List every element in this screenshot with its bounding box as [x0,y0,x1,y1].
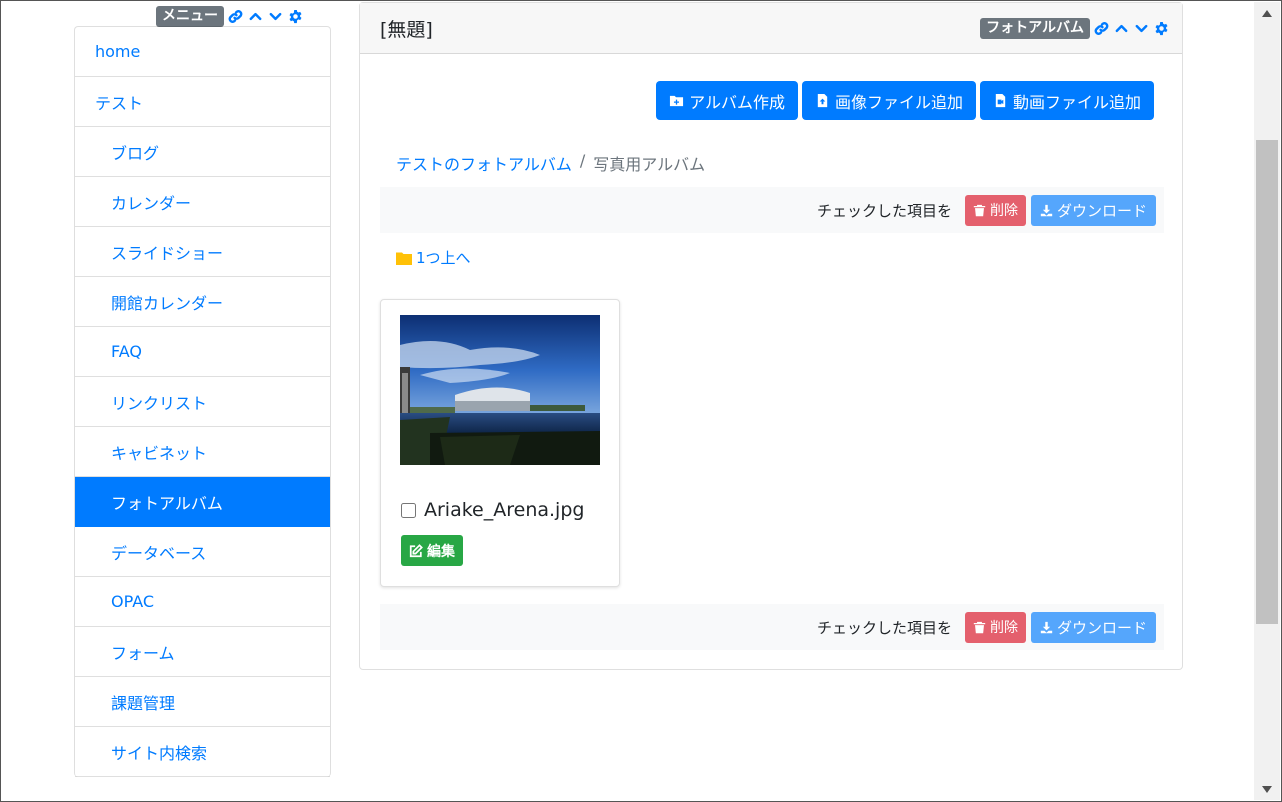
frame-header: [無題] フォトアルバム [360,3,1182,54]
create-album-label: アルバム作成 [689,92,785,112]
folder-icon [396,252,412,265]
link-icon[interactable] [1093,20,1110,37]
menu-item-opac[interactable]: OPAC [75,577,330,627]
bulk-action-label: チェックした項目を [816,201,952,220]
vertical-scrollbar[interactable] [1254,2,1280,800]
bulk-action-label: チェックした項目を [816,618,952,637]
menu-item-task-management[interactable]: 課題管理 [75,677,330,727]
bulk-action-bar-bottom: チェックした項目を 削除 ダウンロード [380,604,1164,650]
breadcrumb-parent-link[interactable]: テストのフォトアルバム [396,151,572,175]
file-checkbox[interactable] [401,502,416,518]
menu-item-blog[interactable]: ブログ [75,127,330,177]
menu-item-opening-calendar[interactable]: 開館カレンダー [75,277,330,327]
folder-plus-icon [670,95,684,107]
edit-label: 編集 [427,543,455,560]
gear-icon[interactable] [1153,20,1170,37]
photo-thumbnail[interactable] [400,315,600,465]
file-select-row: Ariake_Arena.jpg [401,499,584,521]
breadcrumb: テストのフォトアルバム / 写真用アルバム [396,151,705,175]
link-icon[interactable] [227,8,244,25]
breadcrumb-separator: / [579,151,586,170]
download-button[interactable]: ダウンロード [1030,194,1156,226]
scrollbar-thumb[interactable] [1256,140,1278,624]
download-label: ダウンロード [1056,201,1147,220]
toolbar: アルバム作成 画像ファイル追加 動画ファイル追加 [656,81,1154,120]
up-one-level-label: 1つ上へ [416,249,471,267]
create-album-button[interactable]: アルバム作成 [656,81,798,120]
scroll-down-arrow-icon[interactable] [1254,780,1280,798]
plugin-badge: フォトアルバム [980,17,1090,39]
menu-item-calendar[interactable]: カレンダー [75,177,330,227]
add-video-label: 動画ファイル追加 [1012,92,1141,112]
chevron-up-icon[interactable] [247,8,264,25]
download-icon [1040,204,1053,216]
edit-icon [409,543,423,557]
gear-icon[interactable] [287,8,304,25]
frame-tools: フォトアルバム [980,17,1170,39]
chevron-down-icon[interactable] [1133,20,1150,37]
side-menu: home テスト ブログ カレンダー スライドショー 開館カレンダー FAQ リ… [74,26,331,777]
add-video-button[interactable]: 動画ファイル追加 [979,81,1154,120]
file-video-icon [995,93,1006,108]
file-upload-icon [817,93,828,108]
delete-button[interactable]: 削除 [964,611,1026,643]
add-image-button[interactable]: 画像ファイル追加 [801,81,976,120]
bulk-action-bar-top: チェックした項目を 削除 ダウンロード [380,187,1164,233]
download-icon [1040,621,1053,633]
menu-item-cabinet[interactable]: キャビネット [75,427,330,477]
delete-button[interactable]: 削除 [964,194,1026,226]
menu-item-database[interactable]: データベース [75,527,330,577]
menu-item-faq[interactable]: FAQ [75,327,330,377]
scroll-up-arrow-icon[interactable] [1254,4,1280,22]
chevron-up-icon[interactable] [1113,20,1130,37]
menu-item-test[interactable]: テスト [75,77,330,127]
menu-item-form[interactable]: フォーム [75,627,330,677]
file-name: Ariake_Arena.jpg [424,499,585,521]
delete-label: 削除 [989,620,1018,636]
download-button[interactable]: ダウンロード [1030,611,1156,643]
add-image-label: 画像ファイル追加 [834,92,963,112]
photoalbum-frame: [無題] フォトアルバム アルバム作成 画像ファイル追加 動画ファイル追加 テス… [359,2,1183,670]
menu-item-linklist[interactable]: リンクリスト [75,377,330,427]
edit-button[interactable]: 編集 [401,535,463,566]
frame-title: [無題] [380,18,433,41]
menu-frame-tools: メニュー [156,5,304,27]
menu-badge: メニュー [156,5,224,27]
trash-icon [973,204,986,216]
menu-item-site-search[interactable]: サイト内検索 [75,727,330,777]
download-label: ダウンロード [1056,618,1147,637]
menu-item-home[interactable]: home [75,27,330,77]
trash-icon [973,621,986,633]
breadcrumb-current: 写真用アルバム [593,155,706,174]
up-one-level-link[interactable]: 1つ上へ [396,247,471,268]
menu-item-photoalbum[interactable]: フォトアルバム [75,477,330,527]
chevron-down-icon[interactable] [267,8,284,25]
menu-item-slideshow[interactable]: スライドショー [75,227,330,277]
photo-card: Ariake_Arena.jpg 編集 [380,299,620,587]
delete-label: 削除 [989,203,1018,219]
